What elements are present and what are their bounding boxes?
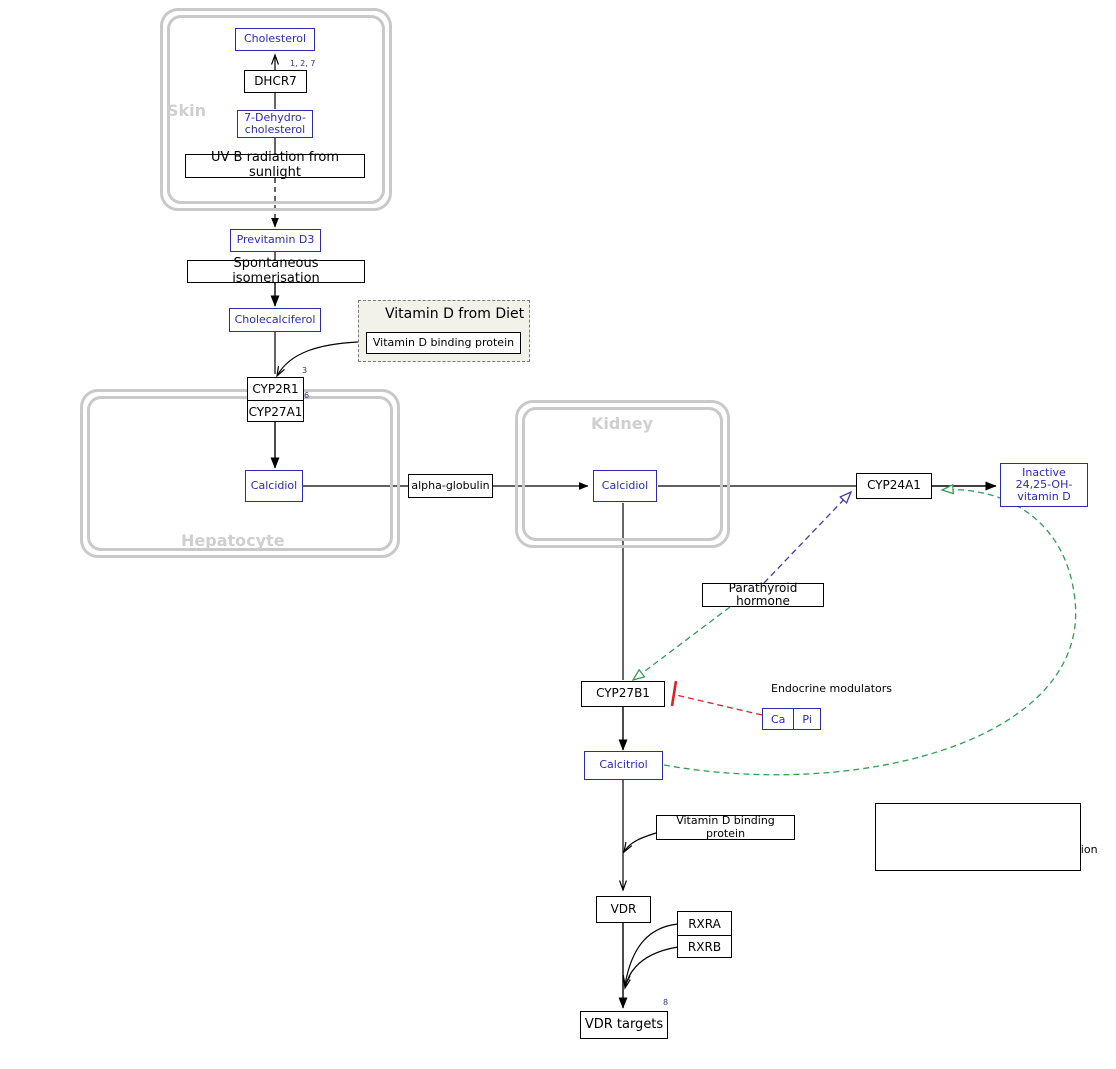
ref-cyp27a1: 6 [304, 391, 310, 400]
compartment-hepatocyte-label: Hepatocyte [181, 531, 285, 550]
node-cholesterol[interactable]: Cholesterol [235, 28, 315, 51]
node-calcidiol-hepatocyte[interactable]: Calcidiol [245, 470, 303, 502]
node-dhcr7[interactable]: DHCR7 [244, 70, 307, 93]
node-uvb-radiation[interactable]: UV B radiation from sunlight [185, 151, 365, 180]
inactive-line1: Inactive [1022, 465, 1066, 479]
node-calcidiol-kidney[interactable]: Calcidiol [593, 470, 657, 502]
node-7-dehydrocholesterol-line2: cholesterol [244, 123, 306, 136]
node-inactive-24-25-oh-vitamin-d[interactable]: Inactive 24,25-OH- vitamin D [1000, 463, 1088, 507]
node-spontaneous-isomerisation[interactable]: Spontaneous isomerisation [187, 256, 365, 285]
node-vitamin-d-binding-protein-vdr[interactable]: Vitamin D binding protein [656, 815, 795, 840]
node-rxra-rxrb-stack[interactable]: RXRA RXRB [677, 911, 732, 958]
ref-dhcr7: 1, 2, 7 [290, 59, 316, 68]
ref-vdr-targets: 8 [663, 998, 669, 1007]
node-previtamin-d3[interactable]: Previtamin D3 [230, 229, 321, 252]
node-alpha-globulin[interactable]: alpha-globulin [408, 474, 493, 498]
node-vdr[interactable]: VDR [596, 896, 651, 923]
node-cyp27b1[interactable]: CYP27B1 [581, 681, 665, 707]
node-7-dehydrocholesterol[interactable]: 7-Dehydro- cholesterol [237, 110, 313, 138]
label-endocrine-modulators: Endocrine modulators [771, 682, 892, 695]
ref-cyp2r1: 3 [302, 366, 308, 375]
node-cyp2r1-cyp27a1-stack[interactable]: CYP2R1 CYP27A1 [247, 377, 304, 422]
compartment-skin-label: Skin [167, 101, 207, 120]
node-pi[interactable]: Pi [793, 709, 819, 729]
node-rxrb[interactable]: RXRB [678, 935, 731, 958]
node-ca[interactable]: Ca [763, 709, 793, 729]
inactive-line3: vitamin D [1017, 490, 1071, 504]
node-cyp27a1[interactable]: CYP27A1 [248, 400, 303, 422]
node-cholecalciferol[interactable]: Cholecalciferol [229, 308, 321, 332]
node-parathyroid-hormone[interactable]: Parathyroid hormone [702, 581, 824, 608]
node-vdr-targets[interactable]: VDR targets [580, 1011, 668, 1039]
compartment-kidney-label: Kidney [591, 414, 654, 433]
node-vitamin-d-binding-protein-diet[interactable]: Vitamin D binding protein [366, 332, 521, 354]
group-vitamin-d-from-diet-title: Vitamin D from Diet [385, 306, 525, 322]
node-rxra[interactable]: RXRA [678, 912, 731, 935]
legend [875, 803, 1081, 871]
node-cyp24a1[interactable]: CYP24A1 [856, 473, 932, 499]
node-ca-pi[interactable]: Ca Pi [762, 708, 821, 730]
pathway-diagram-canvas: Skin Hepatocyte Kidney Cholesterol 1, 2,… [0, 0, 1116, 1069]
node-calcitriol[interactable]: Calcitriol [584, 751, 663, 780]
node-cyp2r1[interactable]: CYP2R1 [248, 378, 303, 400]
